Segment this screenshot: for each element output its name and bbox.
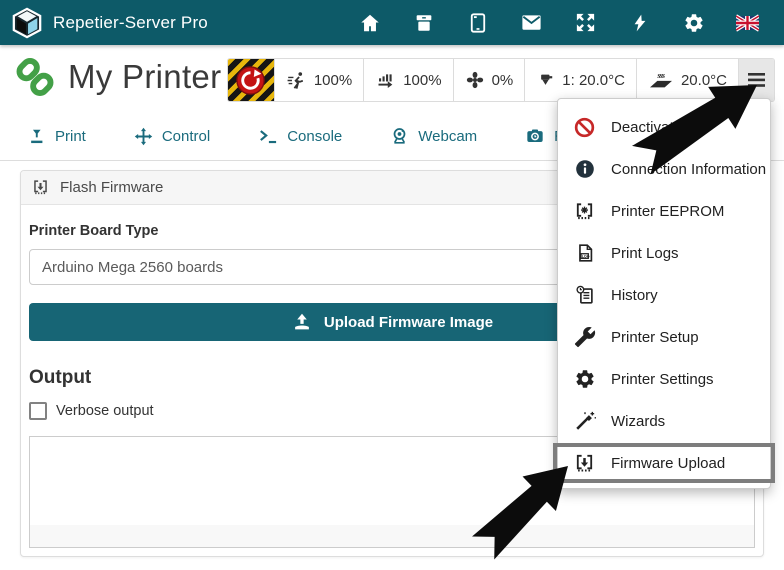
global-settings-icon[interactable] (682, 11, 705, 34)
board-type-value: Arduino Mega 2560 boards (42, 259, 223, 276)
fan-icon (465, 70, 485, 90)
menu-item-firmware-upload[interactable]: Firmware Upload (553, 443, 775, 483)
connection-link-icon (14, 56, 56, 98)
gear-icon (572, 368, 597, 390)
heated-bed-icon: sss (648, 69, 674, 91)
language-flag-uk-icon[interactable] (736, 11, 759, 34)
records-camera-icon (525, 126, 545, 146)
ban-icon (572, 116, 597, 139)
emergency-stop-button[interactable] (228, 59, 274, 101)
history-document-icon (572, 284, 597, 306)
printer-dropdown-menu: Deactivate Connection Information Printe… (557, 98, 771, 489)
menu-item-printer-setup[interactable]: Printer Setup (558, 316, 770, 358)
top-navbar: Repetier-Server Pro (0, 0, 784, 45)
menu-item-connection-information[interactable]: Connection Information (558, 148, 770, 190)
app-title: Repetier-Server Pro (53, 13, 208, 33)
printer-status-bar: 100% 100% 0% 1: 2 (227, 58, 775, 102)
wrench-icon (572, 326, 597, 348)
menu-item-print-logs[interactable]: LOG Print Logs (558, 232, 770, 274)
speed-status[interactable]: 100% (274, 59, 363, 101)
svg-text:sss: sss (656, 71, 665, 80)
extruder-temp-status[interactable]: 1: 20.0°C (524, 59, 636, 101)
flow-status[interactable]: 100% (363, 59, 452, 101)
speed-icon (286, 70, 307, 91)
verbose-output-label: Verbose output (56, 403, 154, 419)
fan-status[interactable]: 0% (453, 59, 525, 101)
firmware-chip-icon (31, 178, 50, 197)
power-icon[interactable] (628, 11, 651, 34)
fullscreen-icon[interactable] (574, 11, 597, 34)
print-icon (28, 128, 46, 145)
move-control-icon (134, 127, 153, 146)
printer-name: My Printer (68, 58, 221, 96)
flow-icon (375, 70, 396, 91)
touchscreen-icon[interactable] (466, 11, 489, 34)
console-icon (258, 127, 278, 145)
menu-item-printer-eeprom[interactable]: Printer EEPROM (558, 190, 770, 232)
hamburger-icon (748, 73, 765, 87)
messages-icon[interactable] (520, 11, 543, 34)
home-icon[interactable] (358, 11, 381, 34)
eeprom-chip-icon (572, 200, 597, 223)
info-icon (572, 158, 597, 180)
bed-temp-status[interactable]: sss 20.0°C (636, 59, 738, 101)
tab-webcam[interactable]: Webcam (378, 112, 489, 160)
upload-icon (291, 311, 313, 333)
printer-header: My Printer (14, 56, 221, 98)
webcam-icon (390, 126, 409, 146)
navbar-icons (358, 11, 784, 34)
log-document-icon: LOG (572, 242, 597, 264)
extruder-icon (536, 71, 555, 90)
printer-queue-icon[interactable] (412, 11, 435, 34)
menu-item-deactivate[interactable]: Deactivate (558, 106, 770, 148)
tab-console[interactable]: Console (246, 112, 354, 160)
repetier-logo-icon (11, 7, 43, 39)
verbose-output-checkbox[interactable] (29, 402, 47, 420)
tab-control[interactable]: Control (122, 112, 222, 160)
magic-wand-icon (572, 410, 597, 432)
menu-item-wizards[interactable]: Wizards (558, 400, 770, 442)
tab-print[interactable]: Print (16, 112, 98, 160)
firmware-chip-icon (572, 452, 597, 475)
menu-item-printer-settings[interactable]: Printer Settings (558, 358, 770, 400)
panel-title: Flash Firmware (60, 179, 163, 196)
brand: Repetier-Server Pro (0, 7, 208, 39)
menu-item-history[interactable]: History (558, 274, 770, 316)
svg-text:LOG: LOG (581, 254, 589, 258)
printer-menu-button[interactable] (738, 59, 774, 101)
